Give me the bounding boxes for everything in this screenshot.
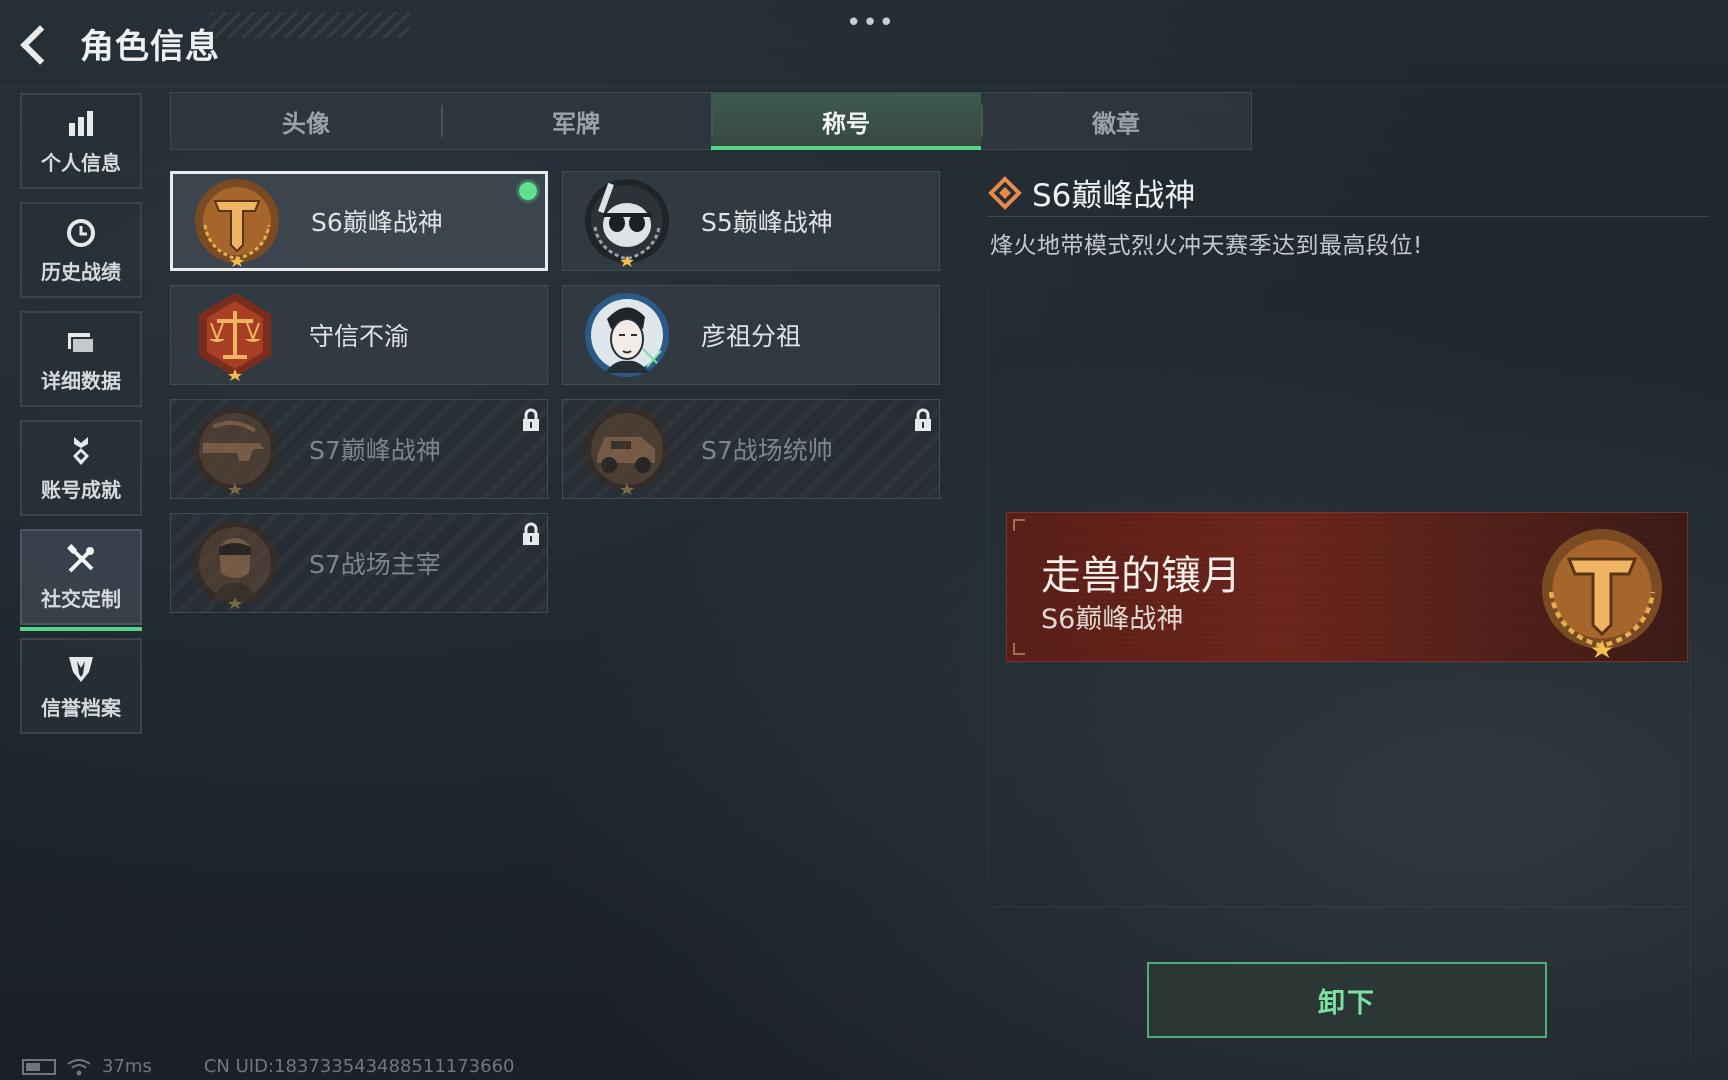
status-bar: 37ms CN UID:183733543488511173660 xyxy=(22,1056,515,1077)
back-arrow-icon[interactable] xyxy=(18,20,58,66)
sidebar-item-label: 个人信息 xyxy=(41,150,121,175)
battery-icon xyxy=(22,1058,56,1075)
sidebar-item-label: 历史战绩 xyxy=(41,259,121,284)
tab-title[interactable]: 称号 xyxy=(711,93,981,150)
tab-dogtag[interactable]: 军牌 xyxy=(441,93,711,149)
scales-emblem-icon xyxy=(199,293,271,381)
detail-title: S6巅峰战神 xyxy=(1032,178,1196,214)
wifi-icon xyxy=(67,1058,91,1075)
title-card[interactable]: S7战场统帅 xyxy=(562,399,940,499)
ping-value: 37ms xyxy=(102,1056,152,1077)
sidebar-item-label: 账号成就 xyxy=(41,477,121,502)
skull-emblem-icon xyxy=(585,179,669,267)
sidebar-item-achievements[interactable]: 账号成就 xyxy=(20,420,142,516)
sidebar-item-history[interactable]: 历史战绩 xyxy=(20,202,142,298)
title-card[interactable]: S7战场主宰 xyxy=(170,513,548,613)
gold-t-emblem-icon xyxy=(1542,529,1662,658)
gold-t-emblem-icon xyxy=(195,179,279,267)
title-card[interactable]: S5巅峰战神 xyxy=(562,171,940,271)
header: 角色信息 xyxy=(18,18,220,68)
title-decoration xyxy=(210,12,410,38)
sidebar-item-label: 详细数据 xyxy=(41,368,121,393)
lock-icon xyxy=(523,408,539,431)
lock-icon xyxy=(523,522,539,545)
page-title: 角色信息 xyxy=(80,26,220,67)
category-tabs: 头像 军牌 称号 徽章 xyxy=(170,92,1252,150)
unequip-button[interactable]: 卸下 xyxy=(1147,962,1547,1038)
shield-icon xyxy=(69,656,93,682)
sidebar-item-social-custom[interactable]: 社交定制 xyxy=(20,529,142,631)
sidebar-item-profile[interactable]: 个人信息 xyxy=(20,93,142,189)
portrait-emblem-icon xyxy=(585,293,669,377)
vehicle-emblem-icon xyxy=(585,407,669,495)
sidebar: 个人信息 历史战绩 详细数据 账号成就 社交定制 信誉档案 xyxy=(20,93,142,747)
sidebar-item-label: 信誉档案 xyxy=(41,695,121,720)
title-name: S7战场统帅 xyxy=(701,436,833,465)
tab-badge[interactable]: 徽章 xyxy=(981,93,1251,149)
bar-chart-icon xyxy=(69,110,93,136)
title-name: S7巅峰战神 xyxy=(309,436,441,465)
corner-bracket xyxy=(1013,643,1025,655)
detail-header: S6巅峰战神 xyxy=(988,170,1195,215)
corner-bracket xyxy=(1013,519,1025,531)
title-name: 彦祖分祖 xyxy=(701,322,802,351)
unequip-button-label: 卸下 xyxy=(1318,987,1376,1019)
title-name: S7战场主宰 xyxy=(309,550,441,579)
soldier-emblem-icon xyxy=(193,521,277,609)
lock-icon xyxy=(915,408,931,431)
title-name: S5巅峰战神 xyxy=(701,208,833,237)
title-card[interactable]: 彦祖分祖 xyxy=(562,285,940,385)
title-card[interactable]: 守信不渝 xyxy=(170,285,548,385)
detail-description: 烽火地带模式烈火冲天赛季达到最高段位! xyxy=(990,233,1423,259)
title-name: 守信不渝 xyxy=(309,322,410,351)
clock-icon xyxy=(67,218,95,247)
more-options-icon[interactable]: ••• xyxy=(846,8,895,38)
sidebar-item-label: 社交定制 xyxy=(41,586,121,611)
tab-avatar[interactable]: 头像 xyxy=(171,93,441,149)
folder-icon xyxy=(68,332,95,354)
user-uid: CN UID:183733543488511173660 xyxy=(203,1056,515,1077)
title-name: S6巅峰战神 xyxy=(311,208,443,237)
medal-icon xyxy=(73,436,89,465)
preview-player-name: 走兽的镶月 xyxy=(1041,553,1241,599)
title-card[interactable]: S6巅峰战神 xyxy=(170,171,548,271)
diamond-icon xyxy=(988,175,1022,210)
sidebar-item-details[interactable]: 详细数据 xyxy=(20,311,142,407)
preview-title: S6巅峰战神 xyxy=(1041,604,1184,635)
title-preview-banner: 走兽的镶月 S6巅峰战神 xyxy=(1006,512,1688,662)
rifle-emblem-icon xyxy=(193,407,277,495)
divider xyxy=(988,216,1708,217)
tools-icon xyxy=(67,543,94,572)
equipped-indicator-icon xyxy=(519,182,537,200)
title-card[interactable]: S7巅峰战神 xyxy=(170,399,548,499)
sidebar-item-reputation[interactable]: 信誉档案 xyxy=(20,638,142,734)
